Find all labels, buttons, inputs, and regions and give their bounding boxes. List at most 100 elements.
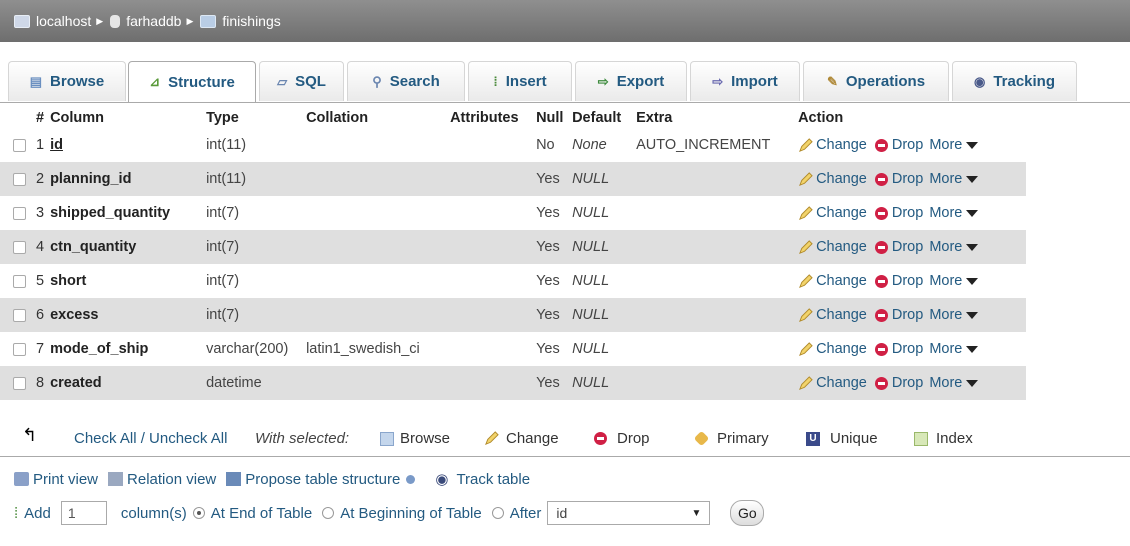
row-num: 5 (34, 264, 49, 298)
column-collation (304, 230, 449, 264)
more-menu[interactable]: More (929, 205, 979, 221)
column-extra (634, 332, 797, 366)
column-name: excess (50, 307, 99, 323)
drop-button[interactable]: Drop (867, 307, 923, 323)
change-button[interactable]: Change (798, 307, 867, 323)
row-checkbox[interactable] (13, 138, 26, 152)
breadcrumb-table[interactable]: finishings (200, 13, 281, 29)
column-count-input[interactable] (60, 501, 107, 525)
pencil-icon (485, 431, 499, 445)
bulk-primary-button[interactable]: Primary (693, 430, 769, 447)
database-icon (110, 14, 121, 28)
row-checkbox[interactable] (13, 206, 26, 220)
tab-export[interactable]: ⇨ Export (575, 61, 687, 101)
column-type: varchar(200) (204, 332, 305, 366)
row-checkbox[interactable] (13, 376, 26, 390)
column-name[interactable]: id (50, 137, 63, 153)
change-button[interactable]: Change (798, 341, 867, 357)
after-column-select[interactable]: id ▼ (547, 501, 711, 525)
more-menu[interactable]: More (929, 307, 979, 323)
more-menu[interactable]: More (929, 341, 979, 357)
key-icon (693, 430, 710, 447)
column-null: Yes (534, 298, 571, 332)
more-menu[interactable]: More (929, 375, 979, 391)
caret-down-icon (966, 141, 979, 149)
drop-button[interactable]: Drop (867, 171, 923, 187)
change-button[interactable]: Change (798, 171, 867, 187)
header-num: # (34, 108, 49, 128)
print-view-link[interactable]: Print view (14, 471, 98, 488)
tab-structure[interactable]: ⊿ Structure (128, 61, 256, 102)
tab-sql[interactable]: ▱ SQL (259, 61, 344, 101)
breadcrumb-server[interactable]: localhost (14, 13, 91, 29)
tab-search[interactable]: ⚲ Search (347, 61, 465, 101)
more-menu[interactable]: More (929, 273, 979, 289)
drop-button[interactable]: Drop (867, 273, 923, 289)
change-button[interactable]: Change (798, 205, 867, 221)
change-button[interactable]: Change (798, 375, 867, 391)
sql-icon: ▱ (277, 73, 288, 89)
radio-after[interactable] (491, 507, 504, 519)
tab-insert[interactable]: ⁞ Insert (468, 61, 572, 101)
go-button[interactable]: Go (730, 500, 765, 526)
table-row: 7 mode_of_ship varchar(200) latin1_swedish_… (0, 332, 1027, 366)
tab-import[interactable]: ⇨ Import (690, 61, 800, 101)
more-menu[interactable]: More (929, 137, 979, 153)
table-row: 8 created datetime Yes NULL Change Drop More (0, 366, 1027, 400)
breadcrumb-database[interactable]: farhaddb (110, 13, 181, 29)
radio-beginning-of-table[interactable] (322, 507, 335, 519)
column-attributes (448, 366, 535, 400)
with-selected-label: With selected: (255, 430, 350, 447)
change-button[interactable]: Change (798, 239, 867, 255)
tab-operations[interactable]: ✎ Operations (803, 61, 949, 101)
radio-end-of-table[interactable] (192, 507, 205, 519)
column-collation (304, 298, 449, 332)
propose-icon (226, 472, 242, 486)
bulk-browse-button[interactable]: Browse (380, 430, 450, 447)
more-menu[interactable]: More (929, 239, 979, 255)
drop-button[interactable]: Drop (867, 205, 923, 221)
drop-button[interactable]: Drop (867, 341, 923, 357)
unique-icon: U (806, 431, 820, 446)
add-column-form: ⁞ Add column(s) At End of Table At Begin… (14, 499, 765, 527)
row-checkbox[interactable] (13, 240, 26, 254)
column-extra (634, 230, 797, 264)
column-default: NULL (572, 273, 610, 289)
drop-button[interactable]: Drop (867, 239, 923, 255)
relation-view-link[interactable]: Relation view (108, 471, 216, 488)
bulk-index-button[interactable]: Index (914, 430, 973, 447)
column-name: planning_id (50, 171, 132, 187)
check-all-link[interactable]: Check All / Uncheck All (74, 430, 227, 447)
row-num: 7 (34, 332, 49, 366)
column-extra: AUTO_INCREMENT (634, 128, 797, 162)
row-checkbox[interactable] (13, 342, 26, 356)
bulk-unique-button[interactable]: U Unique (806, 430, 878, 447)
tab-browse[interactable]: ▤ Browse (8, 61, 126, 101)
column-extra (634, 264, 797, 298)
column-collation (304, 196, 449, 230)
help-icon[interactable] (406, 474, 416, 484)
column-type: int(7) (204, 264, 305, 298)
bulk-change-button[interactable]: Change (484, 430, 559, 447)
drop-button[interactable]: Drop (867, 375, 923, 391)
bulk-drop-button[interactable]: Drop (594, 430, 650, 447)
pencil-icon (799, 307, 813, 322)
breadcrumb: localhost ▶ farhaddb ▶ finishings (0, 0, 1130, 42)
row-checkbox[interactable] (13, 308, 26, 322)
propose-structure-link[interactable]: Propose table structure (226, 471, 416, 488)
row-checkbox[interactable] (13, 172, 26, 186)
column-null: Yes (534, 332, 571, 366)
header-column[interactable]: Column (48, 108, 205, 128)
table-row: 1 id int(11) No None AUTO_INCREMENT Change Drop… (0, 128, 1027, 162)
more-menu[interactable]: More (929, 171, 979, 187)
change-button[interactable]: Change (798, 273, 867, 289)
row-checkbox[interactable] (13, 274, 26, 288)
eye-icon: ◉ (435, 471, 449, 488)
track-table-link[interactable]: ◉ Track table (435, 470, 530, 489)
pencil-icon (799, 375, 813, 390)
drop-button[interactable]: Drop (867, 137, 923, 153)
operations-icon: ✎ (826, 73, 838, 89)
caret-down-icon (966, 243, 979, 251)
change-button[interactable]: Change (798, 137, 867, 153)
tab-tracking[interactable]: ◉ Tracking (952, 61, 1077, 101)
